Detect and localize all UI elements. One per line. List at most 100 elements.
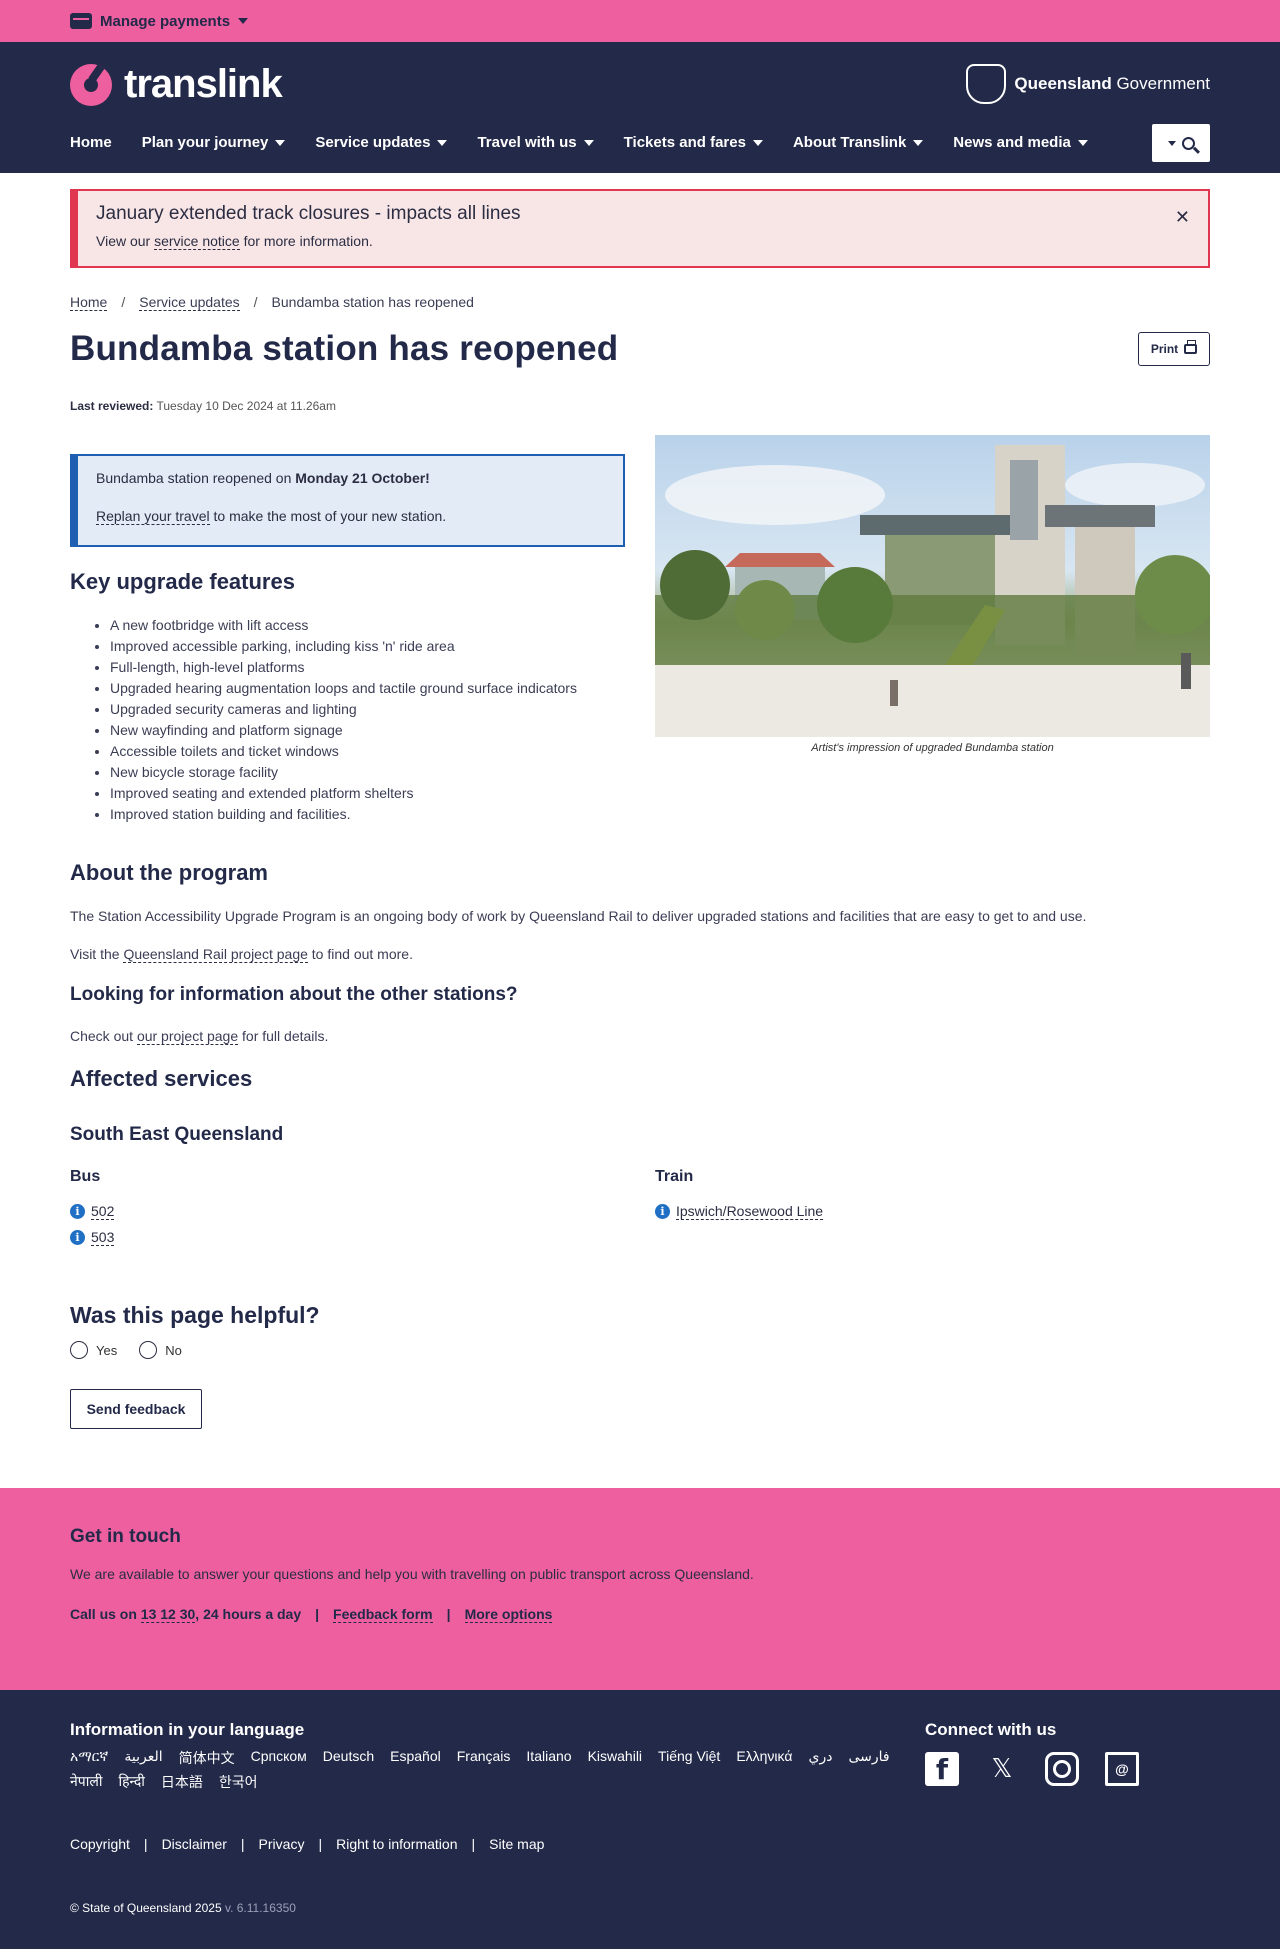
breadcrumb-current: Bundamba station has reopened [271,294,474,310]
email-icon[interactable]: @ [1105,1752,1139,1786]
language-link[interactable]: فارسی [848,1748,889,1768]
page-title: Bundamba station has reopened [70,329,619,368]
about-heading: About the program [70,860,268,885]
language-link[interactable]: Ελληνικά [736,1748,792,1768]
about-p2-prefix: Visit the [70,946,120,962]
features-list: A new footbridge with lift access Improv… [110,615,625,825]
copyright-link[interactable]: Copyright [70,1836,130,1852]
replan-travel-link[interactable]: Replan your travel [96,508,210,525]
nav-home[interactable]: Home [70,134,112,151]
main-nav: Home Plan your journey Service updates T… [70,134,1088,151]
x-icon[interactable]: 𝕏 [985,1752,1019,1786]
close-icon[interactable]: ✕ [1175,207,1190,228]
breadcrumb-home[interactable]: Home [70,294,108,311]
queensland-rail-project-link[interactable]: Queensland Rail project page [123,946,308,963]
language-link[interactable]: 한국어 [219,1772,258,1792]
nav-service-updates[interactable]: Service updates [315,134,448,151]
route-502-link[interactable]: 502 [91,1203,115,1220]
queensland-government-logo[interactable]: Queensland Government [966,64,1210,104]
search-button[interactable] [1152,124,1210,162]
call-us: Call us on 13 12 30, 24 hours a day [70,1606,301,1623]
call-prefix: Call us on [70,1606,137,1622]
breadcrumb: Home / Service updates / Bundamba statio… [70,294,1210,311]
site-map-link[interactable]: Site map [489,1836,544,1852]
language-link[interactable]: العربية [124,1748,162,1768]
breadcrumb-service-updates[interactable]: Service updates [139,294,240,311]
helpful-radios: Yes No [70,1341,1210,1359]
language-link[interactable]: Deutsch [323,1748,374,1768]
title-row: Bundamba station has reopened Print [70,329,1210,379]
nav-travel-with-us[interactable]: Travel with us [477,134,594,151]
nav-news-and-media[interactable]: News and media [953,134,1088,151]
language-link[interactable]: አማርኛ [70,1748,108,1768]
alert-body: View our service notice for more informa… [96,233,1190,250]
right-to-information-link[interactable]: Right to information [336,1836,457,1852]
language-link[interactable]: دري [808,1748,832,1768]
yes-radio[interactable] [70,1341,88,1359]
nav-label: News and media [953,134,1071,151]
chevron-down-icon [583,139,594,146]
route-503-link[interactable]: 503 [91,1229,115,1246]
bus-list: i 502 i 503 [70,1198,625,1250]
language-link[interactable]: Kiswahili [588,1748,642,1768]
content-columns: Bundamba station reopened on Monday 21 O… [70,435,1210,825]
logo-text: translink [124,62,283,106]
info-icon: i [70,1203,85,1219]
station-illustration [655,445,1210,737]
instagram-icon[interactable] [1045,1752,1079,1786]
our-project-page-link[interactable]: our project page [136,1028,239,1045]
about-paragraph-2: Visit the Queensland Rail project page t… [70,946,1210,963]
privacy-link[interactable]: Privacy [259,1836,305,1852]
looking-suffix: for full details. [242,1028,329,1044]
reviewed-value: Tuesday 10 Dec 2024 at 11.26am [156,399,336,413]
info-line-1-text: Bundamba station reopened on [96,470,292,486]
separator: | [446,1606,451,1622]
list-item: i Ipswich/Rosewood Line [655,1198,1210,1224]
train-list: i Ipswich/Rosewood Line [655,1198,1210,1224]
more-options-link[interactable]: More options [464,1606,553,1623]
language-list: አማርኛ العربية 简体中文 Српском Deutsch Españo… [70,1748,890,1792]
ipswich-rosewood-line-link[interactable]: Ipswich/Rosewood Line [676,1203,824,1220]
region-heading: South East Queensland [70,1124,284,1145]
touch-description: We are available to answer your question… [70,1566,754,1582]
chevron-down-icon [437,139,448,146]
alert-title: January extended track closures - impact… [96,203,521,224]
nav-tickets-and-fares[interactable]: Tickets and fares [624,134,763,151]
chevron-down-icon [913,139,924,146]
language-link[interactable]: 简体中文 [179,1748,235,1768]
train-title: Train [655,1168,694,1185]
phone-link[interactable]: 13 12 30 [140,1606,196,1623]
printer-icon [1184,340,1198,354]
helpful-heading: Was this page helpful? [70,1302,320,1328]
language-link[interactable]: Español [390,1748,441,1768]
about-section: About the program The Station Accessibil… [70,860,1210,1429]
facebook-icon[interactable]: f [925,1752,959,1786]
nav-label: Home [70,134,112,151]
breadcrumb-separator: / [121,294,126,310]
manage-payments-menu[interactable]: Manage payments [70,0,1280,42]
list-item: A new footbridge with lift access [110,615,625,636]
send-feedback-button[interactable]: Send feedback [70,1389,202,1429]
language-link[interactable]: Italiano [526,1748,571,1768]
language-link[interactable]: हिन्दी [118,1772,144,1792]
about-paragraph: The Station Accessibility Upgrade Progra… [70,908,1087,924]
looking-prefix: Check out [70,1028,134,1044]
feedback-form-link[interactable]: Feedback form [333,1606,433,1623]
list-item: Upgraded hearing augmentation loops and … [110,678,625,699]
language-link[interactable]: 日本語 [161,1772,203,1792]
touch-links: Call us on 13 12 30, 24 hours a day | Fe… [70,1606,1210,1623]
disclaimer-link[interactable]: Disclaimer [162,1836,227,1852]
translink-logo[interactable]: translink [70,62,283,107]
no-radio[interactable] [139,1341,158,1359]
nav-plan-your-journey[interactable]: Plan your journey [142,134,286,151]
site-header: translink Queensland Government Home Pla… [0,42,1280,173]
service-notice-link[interactable]: service notice [154,233,240,250]
language-link[interactable]: Français [457,1748,511,1768]
chevron-down-icon [1077,139,1088,146]
print-button[interactable]: Print [1138,332,1210,366]
list-item: Improved seating and extended platform s… [110,783,625,804]
language-link[interactable]: नेपाली [70,1772,102,1792]
language-link[interactable]: Tiếng Việt [658,1748,720,1768]
nav-about-translink[interactable]: About Translink [793,134,924,151]
language-link[interactable]: Српском [251,1748,307,1768]
